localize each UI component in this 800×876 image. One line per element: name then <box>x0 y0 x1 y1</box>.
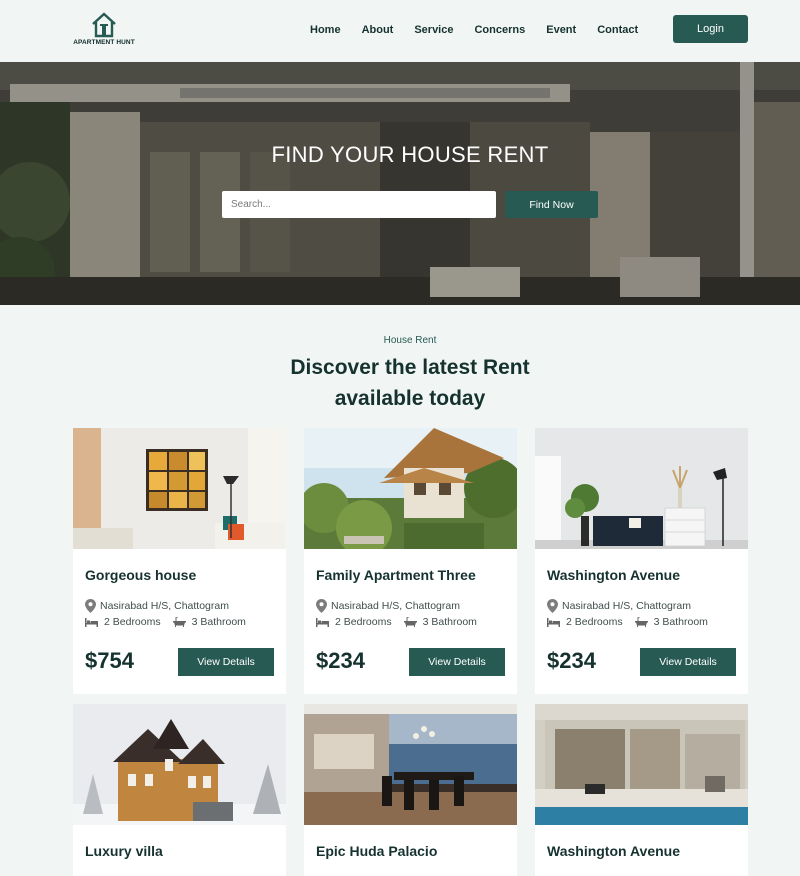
nav-contact[interactable]: Contact <box>597 24 638 36</box>
bedrooms-text: 2 Bedrooms <box>104 616 161 628</box>
hero-title: FIND YOUR HOUSE RENT <box>271 142 549 167</box>
nav-event[interactable]: Event <box>546 24 576 36</box>
property-photo[interactable] <box>535 704 748 825</box>
rent-card: Epic Huda Palacio <box>304 704 517 876</box>
winter-villa-image <box>73 704 286 825</box>
rent-card: Washington Avenue Nasirabad H/S, Chattog… <box>535 428 748 694</box>
bedrooms-text: 2 Bedrooms <box>335 616 392 628</box>
bathtub-icon <box>403 617 417 627</box>
property-title: Washington Avenue <box>547 567 680 583</box>
property-photo[interactable] <box>73 704 286 825</box>
search-input[interactable] <box>222 191 496 218</box>
minimal-room-image <box>535 428 748 549</box>
section-eyebrow: House Rent <box>383 335 437 346</box>
location-pin-icon <box>316 599 327 613</box>
property-price: $234 <box>547 648 596 673</box>
property-price: $754 <box>85 648 134 673</box>
find-now-button[interactable]: Find Now <box>505 191 598 218</box>
bathrooms-text: 3 Bathroom <box>422 616 477 628</box>
view-details-button[interactable]: View Details <box>178 648 274 676</box>
main-menu: Home About Service Concerns Event Contac… <box>310 24 659 36</box>
location-text: Nasirabad H/S, Chattogram <box>331 600 460 612</box>
headline-line-1: Discover the latest Rent <box>290 356 530 379</box>
property-photo[interactable] <box>304 704 517 825</box>
bedrooms-text: 2 Bedrooms <box>566 616 623 628</box>
property-title: Washington Avenue <box>547 843 680 859</box>
property-features: 2 Bedrooms 3 Bathroom <box>316 616 477 628</box>
nav-home[interactable]: Home <box>310 24 341 36</box>
tropical-house-image <box>304 428 517 549</box>
ocean-dining-image <box>304 704 517 825</box>
hero-banner: FIND YOUR HOUSE RENT Find Now <box>0 62 800 305</box>
property-photo[interactable] <box>73 428 286 549</box>
property-photo[interactable] <box>304 428 517 549</box>
brand-logo[interactable]: APARTMENT HUNT <box>72 12 136 52</box>
hero-dark-overlay <box>0 62 800 305</box>
bathrooms-text: 3 Bathroom <box>653 616 708 628</box>
rent-card: Family Apartment Three Nasirabad H/S, Ch… <box>304 428 517 694</box>
view-details-button[interactable]: View Details <box>409 648 505 676</box>
section-headline: Discover the latest Rent available today <box>0 352 800 414</box>
bed-icon <box>547 617 560 627</box>
nav-concerns[interactable]: Concerns <box>474 24 525 36</box>
pool-house-image <box>535 704 748 825</box>
property-title: Luxury villa <box>85 843 163 859</box>
location-pin-icon <box>85 599 96 613</box>
top-navbar: APARTMENT HUNT Home About Service Concer… <box>0 0 800 62</box>
rent-card: Washington Avenue <box>535 704 748 876</box>
property-title: Gorgeous house <box>85 567 197 583</box>
location-pin-icon <box>547 599 558 613</box>
brand-name: APARTMENT HUNT <box>73 39 135 46</box>
nav-about[interactable]: About <box>362 24 394 36</box>
bed-icon <box>316 617 329 627</box>
bathtub-icon <box>634 617 648 627</box>
property-price: $234 <box>316 648 365 673</box>
property-location: Nasirabad H/S, Chattogram <box>316 599 460 613</box>
bathrooms-text: 3 Bathroom <box>191 616 246 628</box>
property-photo[interactable] <box>535 428 748 549</box>
headline-line-2: available today <box>334 387 486 410</box>
house-logo-icon <box>92 12 116 38</box>
property-features: 2 Bedrooms 3 Bathroom <box>85 616 246 628</box>
property-features: 2 Bedrooms 3 Bathroom <box>547 616 708 628</box>
living-room-image <box>73 428 286 549</box>
view-details-button[interactable]: View Details <box>640 648 736 676</box>
property-title: Family Apartment Three <box>316 567 476 583</box>
property-location: Nasirabad H/S, Chattogram <box>547 599 691 613</box>
rent-card: Luxury villa <box>73 704 286 876</box>
rent-card: Gorgeous house Nasirabad H/S, Chattogram… <box>73 428 286 694</box>
bed-icon <box>85 617 98 627</box>
nav-service[interactable]: Service <box>414 24 453 36</box>
login-button[interactable]: Login <box>673 15 748 43</box>
property-location: Nasirabad H/S, Chattogram <box>85 599 229 613</box>
location-text: Nasirabad H/S, Chattogram <box>562 600 691 612</box>
property-title: Epic Huda Palacio <box>316 843 438 859</box>
location-text: Nasirabad H/S, Chattogram <box>100 600 229 612</box>
bathtub-icon <box>172 617 186 627</box>
